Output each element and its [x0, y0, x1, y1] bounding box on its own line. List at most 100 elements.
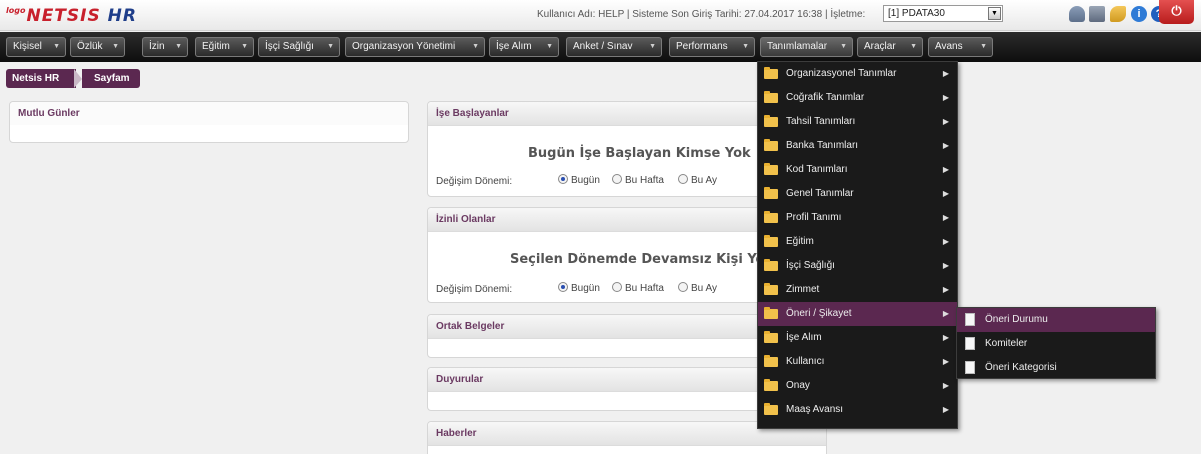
folder-icon — [764, 283, 778, 295]
radio-checked-icon — [558, 282, 568, 292]
company-select[interactable]: [1] PDATA30 ▼ — [883, 5, 1003, 22]
folder-icon — [764, 163, 778, 175]
nav-label: Performans — [676, 41, 728, 52]
menu-item-label: Eğitim — [786, 236, 814, 247]
birthdays-panel: Mutlu Günler — [9, 101, 409, 143]
nav-organizasyon-yonetimi[interactable]: Organizasyon Yönetimi ▼ — [345, 37, 485, 57]
nav-kisisel[interactable]: Kişisel ▼ — [6, 37, 66, 57]
breadcrumb-separator — [74, 69, 82, 88]
nav-performans[interactable]: Performans ▼ — [669, 37, 755, 57]
submenu-item-komiteler[interactable]: Komiteler — [957, 332, 1155, 356]
menu-item-profil-tanimi[interactable]: Profil Tanımı ▶ — [758, 206, 957, 230]
key-icon[interactable] — [1110, 6, 1126, 22]
logo-prefix: logo — [6, 6, 26, 15]
menu-item-oneri-sikayet[interactable]: Öneri / Şikayet ▶ — [758, 302, 957, 326]
menu-item-label: Coğrafik Tanımlar — [786, 92, 865, 103]
menu-item-label: Genel Tanımlar — [786, 188, 854, 199]
submenu-item-label: Öneri Kategorisi — [985, 362, 1057, 373]
nav-isci-sagligi[interactable]: İşçi Sağlığı ▼ — [258, 37, 340, 57]
radio-this-week[interactable]: Bu Hafta — [612, 174, 664, 186]
radio-label: Bu Hafta — [625, 283, 664, 294]
radio-icon — [678, 174, 688, 184]
nav-izin[interactable]: İzin ▼ — [142, 37, 188, 57]
nav-label: Araçlar — [864, 41, 896, 52]
folder-icon — [764, 211, 778, 223]
menu-item-label: Zimmet — [786, 284, 820, 295]
radio-icon — [612, 174, 622, 184]
chevron-right-icon: ▶ — [942, 117, 949, 126]
radio-this-week[interactable]: Bu Hafta — [612, 282, 664, 294]
nav-tanimlamalar[interactable]: Tanımlamalar ▼ — [760, 37, 853, 57]
menu-item-egitim[interactable]: Eğitim ▶ — [758, 230, 957, 254]
menu-item-isci-sagligi[interactable]: İşçi Sağlığı ▶ — [758, 254, 957, 278]
menu-item-label: Organizasyonel Tanımlar — [786, 68, 897, 79]
panel-title: Mutlu Günler — [10, 102, 408, 125]
menu-item-zimmet[interactable]: Zimmet ▶ — [758, 278, 957, 302]
chevron-down-icon: ▼ — [472, 43, 479, 50]
radio-label: Bugün — [571, 175, 600, 186]
folder-icon — [764, 139, 778, 151]
netsis-hr-logo[interactable]: logoNETSIS HR — [6, 6, 137, 26]
menu-item-label: Banka Tanımları — [786, 140, 859, 151]
chevron-down-icon: ▼ — [840, 43, 847, 50]
menu-item-tahsil-tanimlari[interactable]: Tahsil Tanımları ▶ — [758, 110, 957, 134]
nav-label: Tanımlamalar — [767, 41, 828, 52]
menu-item-maas-avansi[interactable]: Maaş Avansı ▶ — [758, 398, 957, 422]
nav-araclar[interactable]: Araçlar ▼ — [857, 37, 923, 57]
radio-this-month[interactable]: Bu Ay — [678, 174, 717, 186]
menu-item-banka-tanimlari[interactable]: Banka Tanımları ▶ — [758, 134, 957, 158]
chevron-down-icon: ▼ — [980, 43, 987, 50]
menu-item-label: Kullanıcı — [786, 356, 825, 367]
menu-item-label: Öneri / Şikayet — [786, 308, 852, 319]
radio-checked-icon — [558, 174, 568, 184]
nav-avans[interactable]: Avans ▼ — [928, 37, 993, 57]
breadcrumb-current[interactable]: Sayfam — [82, 69, 140, 88]
chevron-down-icon: ▼ — [327, 43, 334, 50]
chevron-right-icon: ▶ — [942, 261, 949, 270]
chevron-right-icon: ▶ — [942, 405, 949, 414]
menu-item-genel-tanimlar[interactable]: Genel Tanımlar ▶ — [758, 182, 957, 206]
radio-icon — [612, 282, 622, 292]
menu-item-onay[interactable]: Onay ▶ — [758, 374, 957, 398]
chevron-down-icon: ▼ — [241, 43, 248, 50]
chevron-right-icon: ▶ — [942, 69, 949, 78]
menu-item-cografik-tanimlar[interactable]: Coğrafik Tanımlar ▶ — [758, 86, 957, 110]
nav-anket-sinav[interactable]: Anket / Sınav ▼ — [566, 37, 662, 57]
folder-icon — [764, 379, 778, 391]
nav-label: Anket / Sınav — [573, 41, 633, 52]
menu-item-label: İşe Alım — [786, 332, 822, 343]
folder-icon — [764, 307, 778, 319]
submenu-item-oneri-kategorisi[interactable]: Öneri Kategorisi — [957, 356, 1155, 380]
nav-ise-alim[interactable]: İşe Alım ▼ — [489, 37, 559, 57]
menu-item-organizasyonel-tanimlar[interactable]: Organizasyonel Tanımlar ▶ — [758, 62, 957, 86]
dropdown-arrow-icon[interactable]: ▼ — [988, 7, 1001, 20]
power-icon[interactable]: ⏻ — [1159, 0, 1194, 24]
chevron-right-icon: ▶ — [942, 381, 949, 390]
nav-ozluk[interactable]: Özlük ▼ — [70, 37, 125, 57]
submenu-item-oneri-durumu[interactable]: Öneri Durumu — [957, 308, 1155, 332]
submenu-item-label: Komiteler — [985, 338, 1028, 349]
nav-label: Kişisel — [13, 41, 42, 52]
menu-item-ise-alim[interactable]: İşe Alım ▶ — [758, 326, 957, 350]
nav-egitim[interactable]: Eğitim ▼ — [195, 37, 254, 57]
chevron-right-icon: ▶ — [942, 213, 949, 222]
menu-item-kod-tanimlari[interactable]: Kod Tanımları ▶ — [758, 158, 957, 182]
nav-label: İşe Alım — [496, 41, 532, 52]
menu-item-kullanici[interactable]: Kullanıcı ▶ — [758, 350, 957, 374]
message-icon[interactable] — [1089, 6, 1105, 22]
chevron-down-icon: ▼ — [175, 43, 182, 50]
period-label: Değişim Dönemi: — [436, 176, 513, 187]
info-icon[interactable]: i — [1131, 6, 1147, 22]
chevron-right-icon: ▶ — [942, 333, 949, 342]
logo-main-text: NETSIS — [26, 6, 101, 26]
folder-icon — [764, 115, 778, 127]
nav-label: Özlük — [77, 41, 103, 52]
radio-today[interactable]: Bugün — [558, 174, 600, 186]
breadcrumb-root[interactable]: Netsis HR — [6, 69, 76, 88]
nav-label: İzin — [149, 41, 165, 52]
radio-this-month[interactable]: Bu Ay — [678, 282, 717, 294]
chevron-down-icon: ▼ — [53, 43, 60, 50]
radio-label: Bu Ay — [691, 175, 717, 186]
radio-today[interactable]: Bugün — [558, 282, 600, 294]
users-icon[interactable] — [1069, 6, 1085, 22]
